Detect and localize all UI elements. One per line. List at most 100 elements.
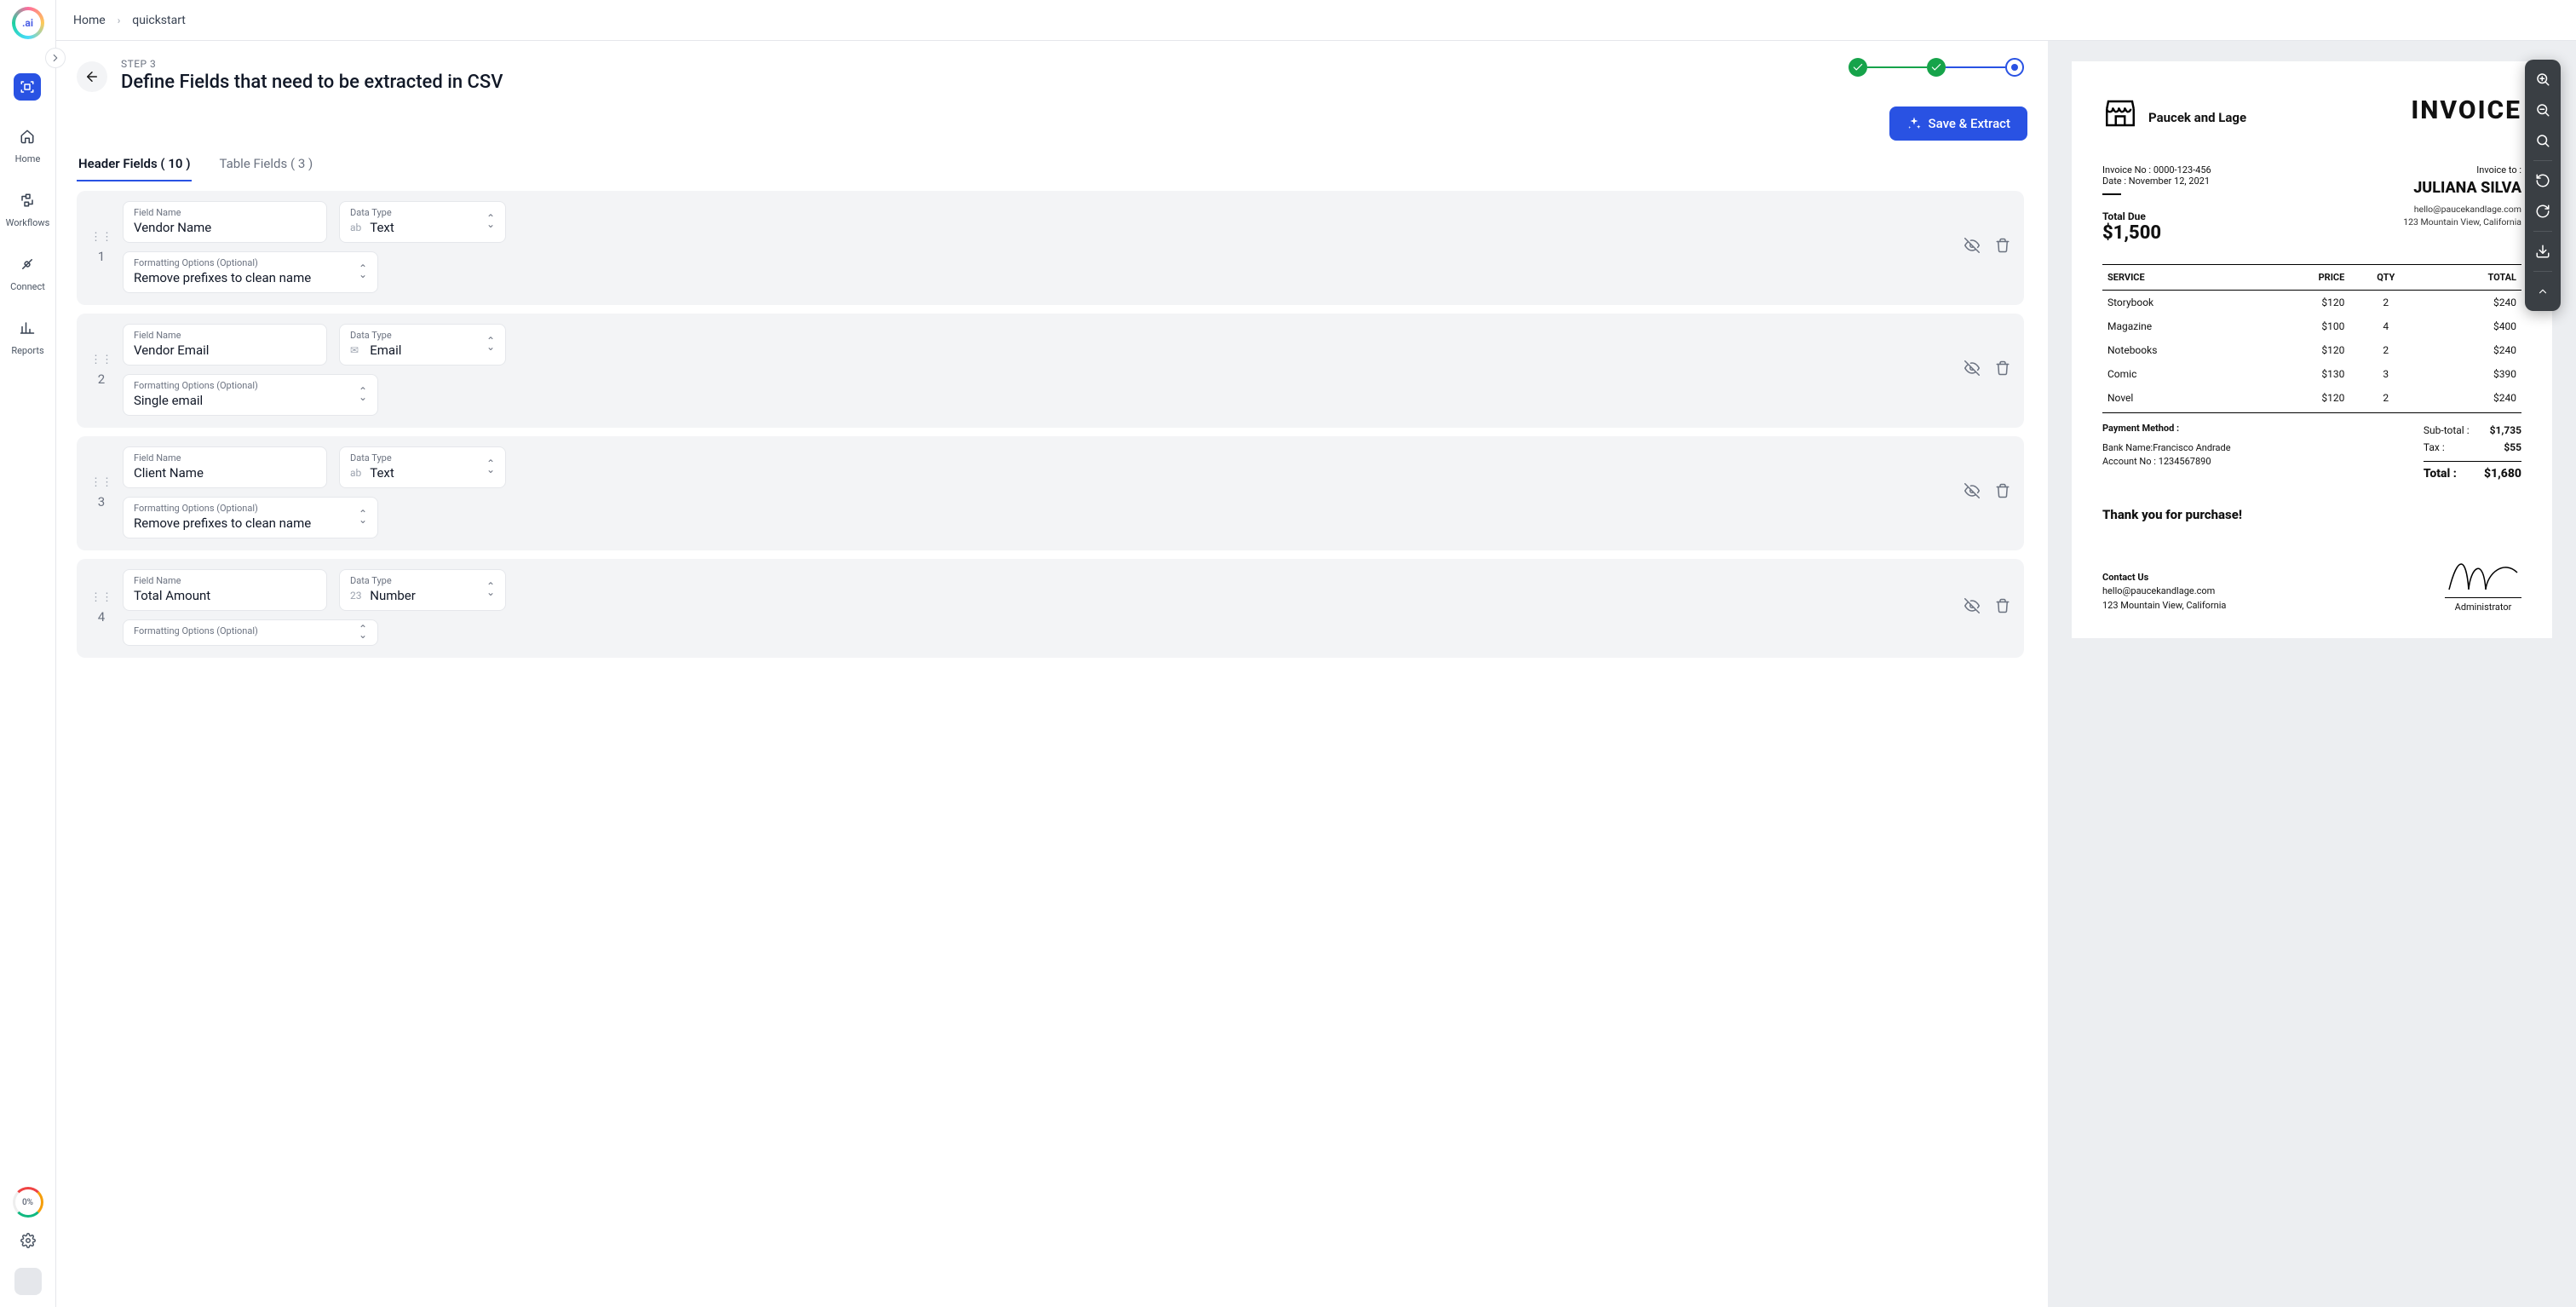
step-1-done: [1849, 58, 1867, 77]
type-icon: 23: [350, 590, 363, 602]
signature-icon: [2445, 551, 2521, 594]
data-type-select[interactable]: Data Type ab Text ⌃⌄: [339, 201, 506, 243]
formatting-select[interactable]: Formatting Options (Optional) Remove pre…: [123, 497, 378, 538]
delete-field-button[interactable]: [1995, 360, 2010, 380]
delete-field-button[interactable]: [1995, 598, 2010, 618]
sidebar-item-label: Workflows: [6, 217, 50, 228]
sidebar-item-workflows[interactable]: Workflows: [6, 187, 50, 228]
chevron-up-down-icon: ⌃⌄: [359, 626, 367, 638]
table-row: Novel $120 2 $240: [2102, 386, 2521, 413]
field-card: ⋮⋮ 4 Field Name Total Amount Data Type 2…: [77, 559, 2024, 658]
delete-field-button[interactable]: [1995, 238, 2010, 257]
step-2-done: [1927, 58, 1946, 77]
table-row: Storybook $120 2 $240: [2102, 291, 2521, 315]
table-row: Magazine $100 4 $400: [2102, 314, 2521, 338]
data-type-select[interactable]: Data Type ✉ Email ⌃⌄: [339, 324, 506, 366]
chevron-up-down-icon: ⌃⌄: [359, 266, 367, 278]
row-index: 3: [98, 494, 105, 510]
connect-icon: [14, 250, 41, 278]
invoice-line-items: SERVICE PRICE QTY TOTAL Storybook $120 2…: [2102, 264, 2521, 413]
formatting-select[interactable]: Formatting Options (Optional) Remove pre…: [123, 251, 378, 293]
scan-icon: [14, 73, 41, 101]
document-preview-pane[interactable]: Paucek and Lage INVOICE Invoice No : 000…: [2048, 41, 2576, 1307]
delete-field-button[interactable]: [1995, 483, 2010, 503]
row-index: 1: [98, 249, 105, 264]
zoom-icon: [2535, 133, 2550, 148]
rotate-left-icon: [2535, 173, 2550, 188]
rotate-left-button[interactable]: [2530, 168, 2556, 193]
hide-field-button[interactable]: [1964, 598, 1980, 618]
hide-field-button[interactable]: [1964, 483, 1980, 503]
collapse-toolbar-button[interactable]: [2530, 279, 2556, 304]
chevron-up-icon: [2537, 285, 2549, 297]
invoice-title: INVOICE: [2411, 95, 2521, 125]
page-title: Define Fields that need to be extracted …: [121, 72, 503, 93]
formatting-select[interactable]: Formatting Options (Optional) Single ema…: [123, 374, 378, 416]
field-name-input[interactable]: Field Name Total Amount: [123, 569, 327, 611]
sidebar-collapse-toggle[interactable]: [45, 48, 66, 68]
thank-you-text: Thank you for purchase!: [2102, 507, 2521, 522]
field-card: ⋮⋮ 3 Field Name Client Name Data Type ab…: [77, 436, 2024, 550]
trash-icon: [1995, 598, 2010, 613]
field-tabs: Header Fields ( 10 ) Table Fields ( 3 ): [77, 151, 2027, 182]
settings-button[interactable]: [20, 1233, 36, 1252]
sidebar-item-connect[interactable]: Connect: [10, 250, 45, 292]
fields-list[interactable]: ⋮⋮ 1 Field Name Vendor Name Data Type ab…: [77, 191, 2027, 1307]
drag-handle[interactable]: ⋮⋮: [90, 231, 112, 244]
usage-progress[interactable]: 0%: [13, 1187, 43, 1218]
rotate-right-button[interactable]: [2530, 199, 2556, 224]
sidebar-item-home[interactable]: Home: [14, 123, 41, 164]
data-type-select[interactable]: Data Type ab Text ⌃⌄: [339, 446, 506, 488]
drag-handle[interactable]: ⋮⋮: [90, 591, 112, 604]
preview-toolbar: [2525, 60, 2561, 311]
save-extract-button[interactable]: Save & Extract: [1889, 107, 2027, 141]
store-icon: [2102, 95, 2138, 139]
tab-header-fields[interactable]: Header Fields ( 10 ): [77, 151, 192, 181]
sidebar-item-reports[interactable]: Reports: [11, 314, 43, 356]
type-icon: ab: [350, 222, 363, 233]
rotate-right-icon: [2535, 204, 2550, 219]
type-icon: ✉: [350, 344, 363, 356]
eye-off-icon: [1964, 238, 1980, 253]
invoice-date: November 12, 2021: [2129, 176, 2210, 187]
workflows-icon: [14, 187, 41, 214]
field-card: ⋮⋮ 1 Field Name Vendor Name Data Type ab…: [77, 191, 2024, 305]
table-row: Comic $130 3 $390: [2102, 362, 2521, 386]
chevron-right-icon: ›: [118, 14, 121, 26]
zoom-reset-button[interactable]: [2530, 128, 2556, 153]
sidebar-item-current-workflow[interactable]: [14, 73, 41, 101]
field-name-input[interactable]: Field Name Client Name: [123, 446, 327, 488]
row-index: 4: [98, 609, 105, 625]
table-row: Notebooks $120 2 $240: [2102, 338, 2521, 362]
hide-field-button[interactable]: [1964, 360, 1980, 380]
back-button[interactable]: [77, 61, 107, 92]
hide-field-button[interactable]: [1964, 238, 1980, 257]
zoom-in-button[interactable]: [2530, 66, 2556, 92]
zoom-out-button[interactable]: [2530, 97, 2556, 123]
trash-icon: [1995, 360, 2010, 376]
sidebar-item-label: Reports: [11, 345, 43, 356]
drag-handle[interactable]: ⋮⋮: [90, 354, 112, 366]
check-icon: [1852, 61, 1864, 73]
data-type-select[interactable]: Data Type 23 Number ⌃⌄: [339, 569, 506, 611]
user-avatar[interactable]: [14, 1268, 42, 1295]
app-logo: .ai: [12, 7, 44, 39]
field-name-input[interactable]: Field Name Vendor Name: [123, 201, 327, 243]
drag-handle[interactable]: ⋮⋮: [90, 476, 112, 489]
total-due: $1,500: [2102, 222, 2211, 244]
vendor-name: Paucek and Lage: [2148, 110, 2246, 125]
eye-off-icon: [1964, 483, 1980, 498]
download-button[interactable]: [2530, 239, 2556, 264]
eye-off-icon: [1964, 598, 1980, 613]
tab-table-fields[interactable]: Table Fields ( 3 ): [217, 151, 314, 181]
reports-icon: [14, 314, 41, 342]
field-name-input[interactable]: Field Name Vendor Email: [123, 324, 327, 366]
sparkle-icon: [1906, 116, 1922, 131]
breadcrumb-home[interactable]: Home: [73, 14, 106, 27]
sidebar: .ai Home Workflows: [0, 0, 56, 1307]
breadcrumb-current[interactable]: quickstart: [132, 14, 186, 27]
stepper: [1849, 58, 2027, 77]
formatting-select[interactable]: Formatting Options (Optional) ⌃⌄: [123, 619, 378, 646]
step-3-current: [2005, 58, 2024, 77]
eye-off-icon: [1964, 360, 1980, 376]
